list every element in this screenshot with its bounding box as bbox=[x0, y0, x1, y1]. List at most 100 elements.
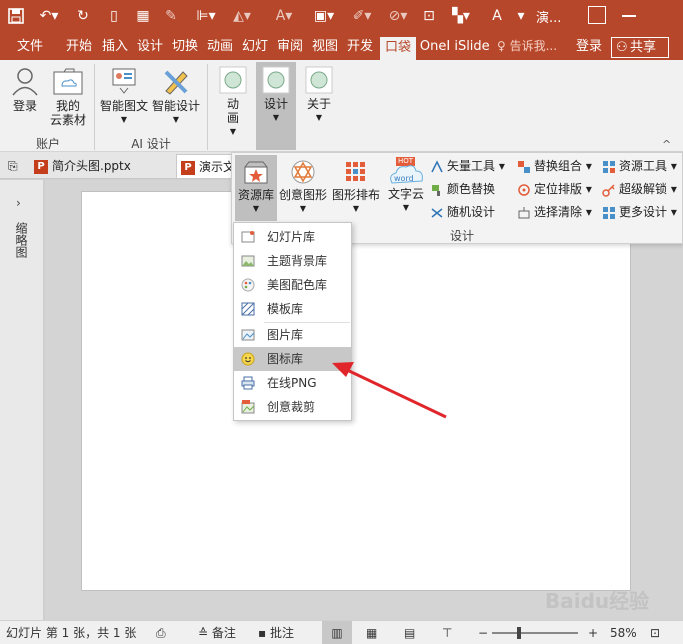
smart-diagram-icon bbox=[112, 68, 136, 94]
tab-file[interactable]: 文件 bbox=[10, 33, 50, 60]
slide-counter: 幻灯片 第 1 张，共 1 张 bbox=[6, 626, 137, 640]
tab-slideshow[interactable]: 幻灯 bbox=[239, 33, 271, 60]
color-replace-button[interactable]: 颜色替换 bbox=[430, 179, 495, 199]
my-cloud-button[interactable]: 我的 云素材 bbox=[48, 66, 88, 127]
animation-button[interactable]: 动 画 ▼ bbox=[216, 66, 250, 139]
minimize-button[interactable] bbox=[622, 15, 636, 17]
graphic-layout-button[interactable]: 图形排布 ▼ bbox=[330, 159, 382, 216]
menu-item-theme-background[interactable]: 主题背景库 bbox=[234, 249, 351, 273]
menu-item-label: 在线PNG bbox=[267, 376, 317, 390]
random-design-button[interactable]: 随机设计 bbox=[430, 202, 495, 222]
person-icon: ⚇ bbox=[616, 40, 628, 55]
copy-icon[interactable]: ⎘ bbox=[8, 154, 28, 178]
select-icon bbox=[518, 206, 530, 218]
resource-library-button[interactable]: 资源库 ▼ bbox=[235, 155, 277, 221]
login-label: 登录 bbox=[12, 99, 37, 113]
share-button[interactable]: ⚇ 共享 bbox=[611, 37, 669, 58]
menu-item-icon-library[interactable]: 图标库 bbox=[234, 347, 351, 371]
tab-review[interactable]: 审阅 bbox=[274, 33, 306, 60]
replace-combo-label: 替换组合 bbox=[534, 159, 583, 173]
tell-me-search[interactable]: ♀ 告诉我... bbox=[497, 33, 557, 60]
collapse-ribbon-icon[interactable]: ^ bbox=[662, 138, 671, 151]
comments-button[interactable]: ▪ 批注 bbox=[258, 621, 294, 644]
normal-view-button[interactable]: ▥ bbox=[322, 621, 352, 644]
login-button[interactable]: 登录 bbox=[6, 66, 44, 113]
super-unlock-button[interactable]: 超级解锁 ▾ bbox=[602, 179, 677, 199]
new-file-icon[interactable]: ▯ bbox=[106, 5, 122, 27]
menu-item-online-png[interactable]: 在线PNG bbox=[234, 371, 351, 395]
position-layout-button[interactable]: 定位排版 ▾ bbox=[517, 179, 592, 199]
zoom-in-button[interactable]: + bbox=[588, 621, 598, 644]
grid-icon[interactable]: ▦ bbox=[134, 5, 152, 27]
slide-sorter-button[interactable]: ▦ bbox=[366, 621, 377, 644]
fill-color-icon[interactable]: ◭▾ bbox=[230, 5, 254, 27]
paint-bucket-icon bbox=[432, 184, 440, 196]
slide-library-icon bbox=[241, 231, 255, 243]
window-title: 演... bbox=[536, 11, 562, 26]
zoom-out-button[interactable]: − bbox=[478, 621, 488, 644]
ribbon-display-options-button[interactable] bbox=[588, 6, 606, 24]
menu-item-creative-crop[interactable]: 创意裁剪 bbox=[234, 395, 351, 419]
about-label: 关于 bbox=[306, 97, 331, 111]
tab-pocket[interactable]: 口袋 bbox=[380, 37, 416, 60]
word-cloud-button[interactable]: HOT word 文字云 ▼ bbox=[384, 157, 428, 215]
creative-shape-button[interactable]: 创意图形 ▼ bbox=[278, 159, 328, 216]
eyedropper-icon[interactable]: ✎ bbox=[162, 5, 180, 27]
replace-combo-button[interactable]: 替换组合 ▾ bbox=[517, 156, 592, 176]
undo-icon[interactable]: ↶▾ bbox=[36, 5, 62, 27]
tab-transitions[interactable]: 切换 bbox=[169, 33, 201, 60]
sign-in-link[interactable]: 登录 bbox=[574, 33, 604, 60]
font-color-icon[interactable]: A▾ bbox=[272, 5, 296, 27]
resource-tools-button[interactable]: 资源工具 ▾ bbox=[602, 156, 677, 176]
menu-item-label: 图标库 bbox=[267, 352, 304, 366]
brush-icon[interactable]: ✐▾ bbox=[350, 5, 374, 27]
tab-design[interactable]: 设计 bbox=[134, 33, 166, 60]
cloud-folder-icon bbox=[53, 68, 83, 95]
dropdown-caret: ▼ bbox=[120, 115, 128, 124]
doc-tab-1[interactable]: P 简介头图.pptx bbox=[34, 154, 172, 178]
spellcheck-icon[interactable]: ⎙ bbox=[156, 621, 166, 644]
expand-panel-icon[interactable]: › bbox=[16, 196, 21, 210]
separator bbox=[94, 64, 95, 150]
redo-icon[interactable]: ↻ bbox=[74, 5, 92, 27]
tab-animations[interactable]: 动画 bbox=[204, 33, 236, 60]
customize-qat-icon[interactable]: ▾ bbox=[514, 5, 528, 27]
vector-tools-button[interactable]: 矢量工具 ▾ bbox=[430, 156, 505, 176]
smart-design-button[interactable]: 智能设计 ▼ bbox=[152, 66, 200, 127]
zoom-slider-thumb[interactable] bbox=[516, 627, 521, 639]
tab-view[interactable]: 视图 bbox=[309, 33, 341, 60]
align-icon[interactable]: ⊫▾ bbox=[194, 5, 218, 27]
tab-islide[interactable]: iSlide bbox=[453, 33, 491, 60]
menu-item-color-library[interactable]: 美图配色库 bbox=[234, 273, 351, 297]
tab-developer[interactable]: 开发 bbox=[344, 33, 376, 60]
tab-onekey[interactable]: OneI bbox=[418, 33, 452, 60]
reading-view-button[interactable]: ▤ bbox=[404, 621, 415, 644]
menu-item-template-library[interactable]: 模板库 bbox=[234, 297, 351, 321]
ban-icon[interactable]: ⊘▾ bbox=[386, 5, 410, 27]
crop-icon[interactable]: ⊡ bbox=[420, 5, 438, 27]
more-design-button[interactable]: 更多设计 ▾ bbox=[602, 202, 677, 222]
design-button[interactable]: 设计 ▼ bbox=[256, 62, 296, 150]
slide-canvas[interactable] bbox=[81, 191, 631, 591]
menu-item-image-library[interactable]: 图片库 bbox=[234, 323, 351, 347]
zoom-level[interactable]: 58% bbox=[610, 621, 637, 644]
theme-color-icon[interactable]: ▚▾ bbox=[448, 5, 474, 27]
select-clear-button[interactable]: 选择清除 ▾ bbox=[517, 202, 592, 222]
about-button[interactable]: 关于 ▼ bbox=[302, 66, 336, 125]
notes-button[interactable]: ≙ 备注 bbox=[198, 621, 236, 644]
fit-to-window-icon[interactable]: ⊡ bbox=[650, 621, 660, 644]
shuffle-icon bbox=[431, 207, 443, 218]
hatched-square-icon bbox=[241, 302, 255, 316]
tab-insert[interactable]: 插入 bbox=[99, 33, 131, 60]
slideshow-button[interactable]: ⊤ bbox=[442, 621, 452, 644]
doc-tab-2[interactable]: P 演示文 bbox=[176, 154, 236, 178]
more-grid-icon bbox=[603, 206, 615, 219]
paste-icon[interactable]: ▣▾ bbox=[312, 5, 336, 27]
menu-item-slide-library[interactable]: 幻灯片库 bbox=[234, 225, 351, 249]
smart-diagram-button[interactable]: 智能图文 ▼ bbox=[100, 66, 148, 127]
save-icon[interactable] bbox=[8, 5, 26, 27]
lightbulb-icon: ♀ bbox=[497, 39, 510, 53]
font-size-icon[interactable]: A bbox=[488, 5, 506, 27]
zoom-slider-track[interactable] bbox=[492, 632, 578, 634]
tab-home[interactable]: 开始 bbox=[62, 33, 96, 60]
